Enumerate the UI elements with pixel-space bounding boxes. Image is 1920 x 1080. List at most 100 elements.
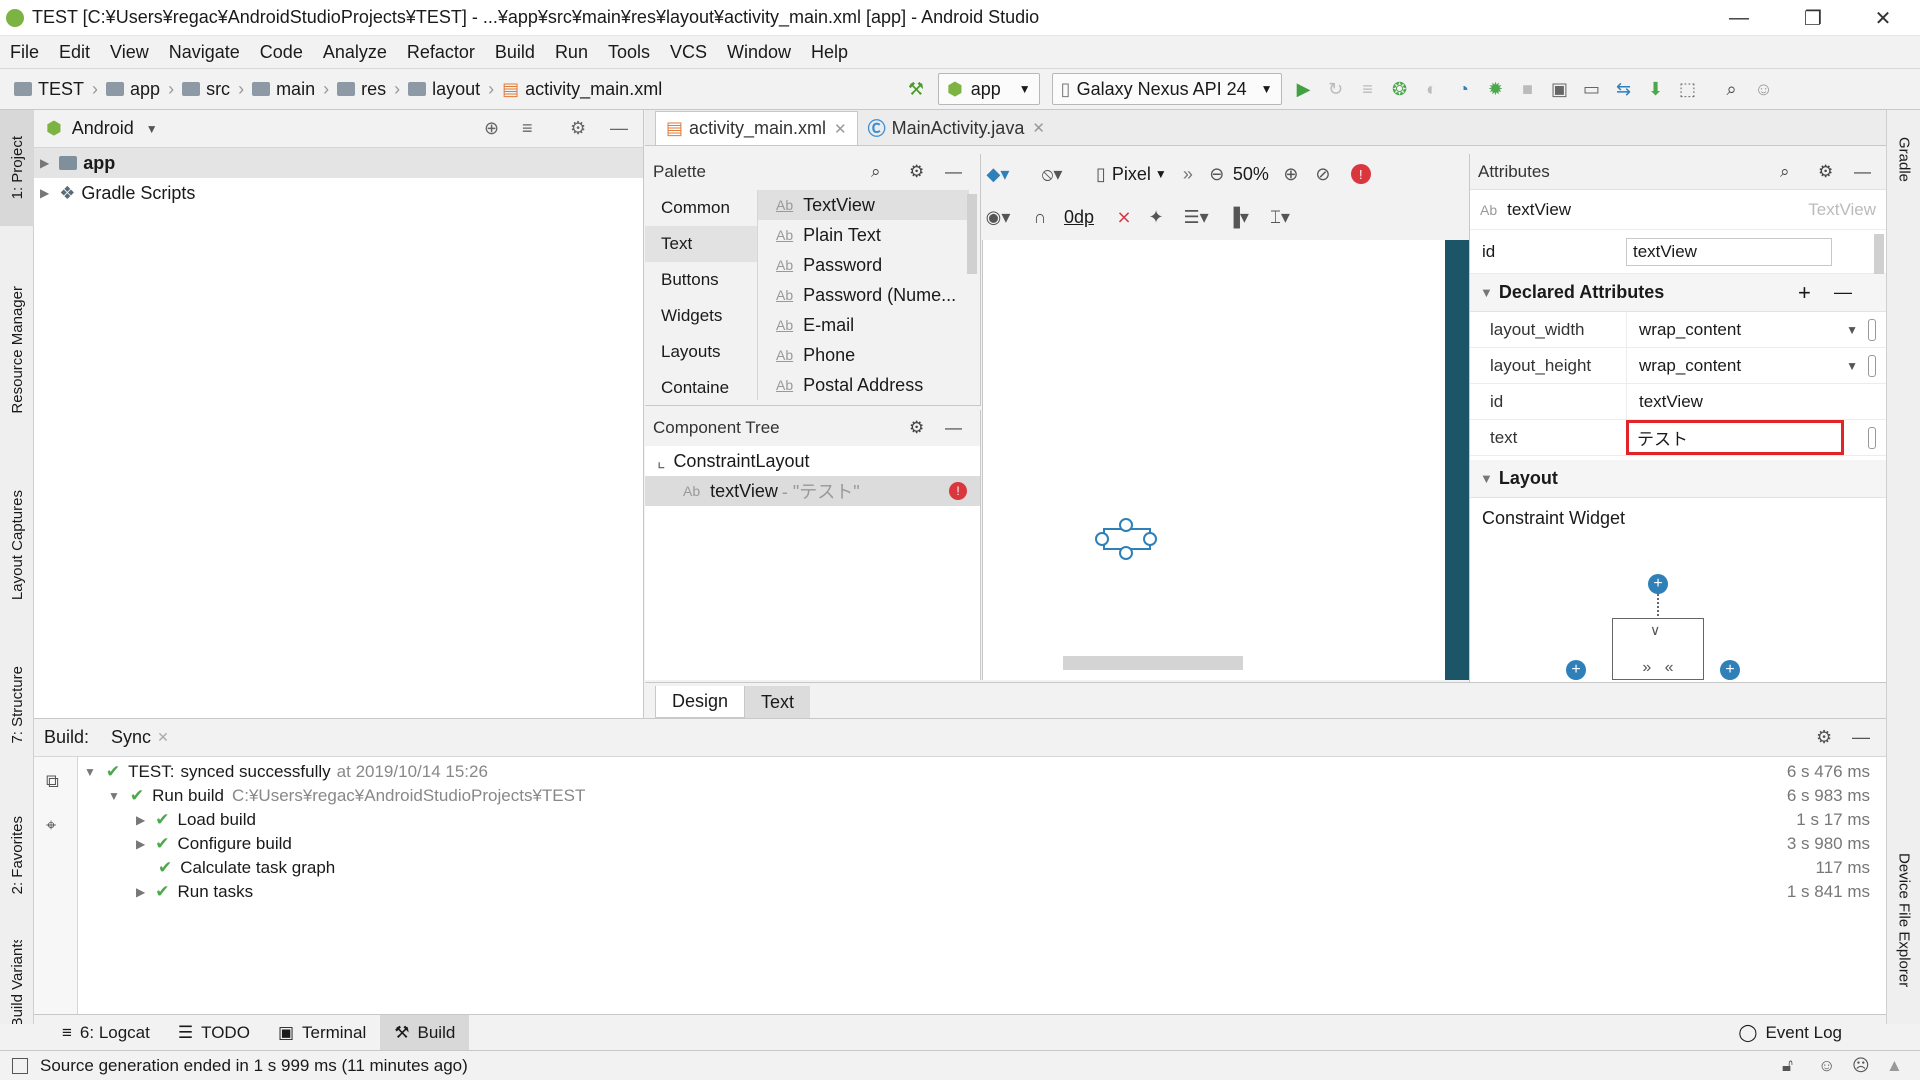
tab-activity-main-xml[interactable]: ▤ activity_main.xml ✕: [655, 111, 858, 145]
category-widgets[interactable]: Widgets: [645, 298, 757, 334]
debug-icon[interactable]: ❂: [1384, 73, 1416, 105]
left-anchor-handle[interactable]: [1095, 532, 1109, 546]
palette-item-password[interactable]: Ab Password: [758, 250, 969, 280]
restore-button[interactable]: ❐: [1790, 0, 1836, 36]
tab-terminal[interactable]: ▣ Terminal: [264, 1015, 380, 1051]
notifications-icon[interactable]: ▲: [1886, 1056, 1903, 1076]
text-attribute-input[interactable]: テスト: [1626, 420, 1844, 455]
user-avatar-icon[interactable]: ☺: [1748, 73, 1780, 105]
palette-item-textview[interactable]: Ab TextView: [758, 190, 969, 220]
add-right-constraint-icon[interactable]: +: [1720, 660, 1740, 680]
dropdown-arrow-icon[interactable]: ▼: [1155, 167, 1167, 181]
collapse-arrow-icon[interactable]: ▼: [84, 765, 96, 779]
apply-changes-icon[interactable]: ↻: [1320, 73, 1352, 105]
collapse-arrow-icon[interactable]: ▼: [108, 789, 120, 803]
device-selector[interactable]: Pixel: [1112, 164, 1151, 185]
guidelines-icon[interactable]: ⌶▾: [1264, 201, 1296, 233]
close-tab-icon[interactable]: ✕: [1032, 119, 1045, 137]
remove-attribute-icon[interactable]: —: [1834, 282, 1852, 303]
build-row-load-build[interactable]: ▶ ✔ Load build 1 s 17 ms: [136, 808, 1880, 832]
locate-icon[interactable]: ⊕: [484, 118, 499, 139]
sync-gradle-icon[interactable]: ⇆: [1608, 73, 1640, 105]
design-surface-icon[interactable]: ◆▾: [982, 158, 1014, 190]
add-top-constraint-icon[interactable]: +: [1648, 574, 1668, 594]
tab-favorites[interactable]: 2: Favorites: [0, 790, 34, 920]
gear-icon[interactable]: ⚙: [909, 418, 924, 438]
menu-build[interactable]: Build: [485, 42, 545, 63]
height-arrows-icon[interactable]: ∨: [1650, 622, 1660, 639]
gear-icon[interactable]: ⚙: [1818, 162, 1833, 182]
expand-arrow-icon[interactable]: ▶: [136, 813, 145, 827]
category-containers[interactable]: Containe: [645, 370, 757, 406]
selected-textview-widget[interactable]: [1095, 518, 1159, 560]
menu-file[interactable]: File: [0, 42, 49, 63]
build-row-configure-build[interactable]: ▶ ✔ Configure build 3 s 980 ms: [136, 832, 1880, 856]
autoconnect-magnet-icon[interactable]: ∩: [1024, 201, 1056, 233]
gear-icon[interactable]: ⚙: [570, 118, 586, 139]
build-row-run-tasks[interactable]: ▶ ✔ Run tasks 1 s 841 ms: [136, 880, 1880, 904]
lock-icon[interactable]: 🔓︎: [1782, 1056, 1793, 1076]
declared-attributes-header[interactable]: ▼ Declared Attributes + —: [1470, 274, 1886, 312]
sad-face-icon[interactable]: ☹: [1852, 1056, 1870, 1076]
bottom-anchor-handle[interactable]: [1119, 546, 1133, 560]
zoom-in-icon[interactable]: ⊕: [1275, 158, 1307, 190]
breadcrumb-main[interactable]: main: [248, 79, 319, 100]
id-input[interactable]: textView: [1626, 237, 1832, 266]
zoom-to-fit-icon[interactable]: ⊘: [1307, 158, 1339, 190]
expand-arrow-icon[interactable]: ▶: [136, 837, 145, 851]
default-margin[interactable]: 0dp: [1064, 207, 1094, 228]
layout-inspector-icon[interactable]: ⬚: [1672, 73, 1704, 105]
resource-picker-icon[interactable]: [1868, 426, 1876, 449]
category-text[interactable]: Text: [645, 226, 757, 262]
build-row-test[interactable]: ▼ ✔ TEST: synced successfully at 2019/10…: [84, 760, 1880, 784]
close-tab-icon[interactable]: ✕: [834, 120, 847, 138]
dropdown-arrow-icon[interactable]: ▼: [146, 122, 158, 136]
gear-icon[interactable]: ⚙: [909, 162, 924, 182]
hide-panel-icon[interactable]: —: [945, 418, 962, 438]
close-button[interactable]: ✕: [1860, 0, 1906, 36]
layout-section-header[interactable]: ▼ Layout: [1470, 460, 1886, 498]
sdk-manager-icon[interactable]: ⬇: [1640, 73, 1672, 105]
resource-picker-icon[interactable]: [1868, 318, 1876, 341]
toggle-view-icon[interactable]: ⧉: [46, 771, 59, 792]
tab-main-activity-java[interactable]: Ⓒ MainActivity.java ✕: [858, 111, 1055, 145]
category-buttons[interactable]: Buttons: [645, 262, 757, 298]
gear-icon[interactable]: ⚙: [1816, 727, 1832, 748]
stop-icon[interactable]: ■: [1512, 73, 1544, 105]
event-log-button[interactable]: ◯ Event Log: [1724, 1015, 1856, 1051]
expand-arrow-icon[interactable]: ▶: [136, 885, 145, 899]
tree-item-constraint-layout[interactable]: ⌞ ConstraintLayout: [645, 446, 980, 476]
project-view-mode[interactable]: Android: [72, 118, 134, 139]
attr-value-field[interactable]: wrap_content ▼: [1626, 348, 1886, 383]
collapse-all-icon[interactable]: ≡: [522, 118, 533, 139]
palette-item-password-numeric[interactable]: Ab Password (Nume...: [758, 280, 969, 310]
tab-layout-captures[interactable]: Layout Captures: [0, 465, 34, 625]
palette-item-plain-text[interactable]: Ab Plain Text: [758, 220, 969, 250]
palette-item-email[interactable]: Ab E-mail: [758, 310, 969, 340]
view-options-eye-icon[interactable]: ◉▾: [982, 201, 1014, 233]
expand-arrow-icon[interactable]: ▶: [40, 156, 49, 170]
tree-item-gradle-scripts[interactable]: ▶ ❖ Gradle Scripts: [34, 178, 643, 208]
breadcrumb-layout[interactable]: layout: [404, 79, 484, 100]
infer-constraints-wand-icon[interactable]: ✦: [1140, 201, 1172, 233]
collapse-arrow-icon[interactable]: ▼: [1480, 285, 1493, 300]
device-dropdown[interactable]: ▯ Galaxy Nexus API 24 ▼: [1051, 73, 1282, 105]
tab-project[interactable]: 1: Project: [0, 110, 34, 226]
design-canvas[interactable]: [982, 240, 1462, 680]
tab-design[interactable]: Design: [655, 686, 746, 718]
menu-vcs[interactable]: VCS: [660, 42, 717, 63]
expand-arrow-icon[interactable]: ▶: [40, 186, 49, 200]
minimize-button[interactable]: —: [1716, 0, 1762, 36]
tab-logcat[interactable]: ≡ 6: Logcat: [48, 1015, 164, 1051]
avd-manager-icon[interactable]: ▭: [1576, 73, 1608, 105]
search-icon[interactable]: ⌕: [1716, 73, 1748, 105]
status-toggle-icon[interactable]: [12, 1057, 28, 1074]
palette-scrollbar[interactable]: [967, 194, 977, 274]
tab-structure[interactable]: 7: Structure: [0, 640, 34, 770]
breadcrumb-project[interactable]: TEST: [10, 79, 88, 100]
tab-sync[interactable]: Sync: [111, 727, 151, 748]
menu-code[interactable]: Code: [250, 42, 313, 63]
breadcrumb-app[interactable]: app: [102, 79, 164, 100]
apply-code-changes-icon[interactable]: ≡: [1352, 73, 1384, 105]
happy-face-icon[interactable]: ☺: [1818, 1056, 1835, 1076]
